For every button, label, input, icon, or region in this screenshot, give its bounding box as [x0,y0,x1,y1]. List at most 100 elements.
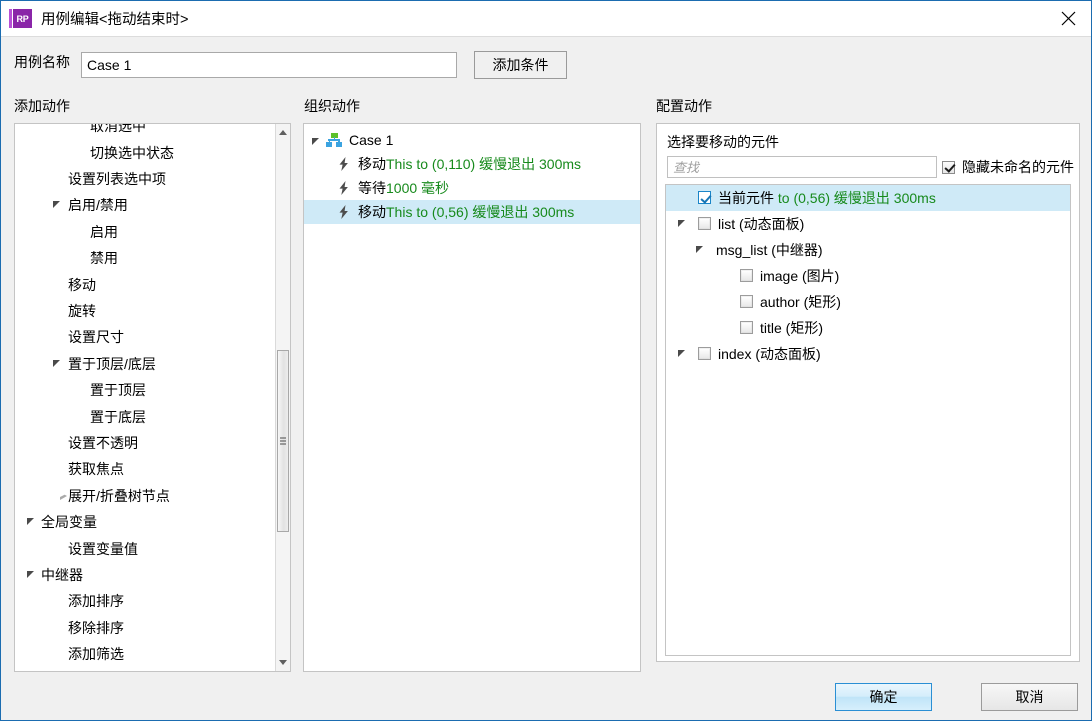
widget-tree-row[interactable]: list (动态面板) [666,211,1070,237]
expand-triangle-icon[interactable] [53,201,60,209]
title-bar: RP 用例编辑<拖动结束时> [1,1,1091,36]
column-header-organize-action: 组织动作 [304,98,360,114]
case-name-input[interactable] [81,52,457,78]
add-action-tree[interactable]: 取消选中 切换选中状态设置列表选中项 启用/禁用启用禁用移动旋转设置尺寸置于顶层/底… [15,124,276,671]
organize-root-label: Case 1 [349,132,394,148]
add-action-item[interactable]: 禁用 [15,245,276,271]
add-action-item[interactable]: 设置尺寸 [15,324,276,350]
add-action-item-label: 添加排序 [68,593,124,610]
close-button[interactable] [1045,1,1091,35]
organize-action-row[interactable]: 等待 1000 毫秒 [304,176,640,200]
widget-tree-row[interactable]: msg_list (中继器) [666,237,1070,263]
expand-triangle-icon[interactable] [678,220,685,227]
axure-rp-icon: RP [9,9,32,28]
scrollbar-grip-icon [280,437,286,445]
add-action-item[interactable]: 置于顶层/底层 [15,351,276,377]
organize-root-row[interactable]: Case 1 [304,128,640,152]
widget-tree-label: list (动态面板) [718,214,804,234]
add-action-item[interactable]: 设置不透明 [15,430,276,456]
widget-tree-label-name: title (矩形) [760,320,823,336]
add-action-item-label: 旋转 [68,302,96,319]
ok-button[interactable]: 确定 [835,683,932,711]
widget-tree-row[interactable]: author (矩形) [666,289,1070,315]
collapse-triangle-icon[interactable] [60,491,67,500]
widget-tree-label-params: to (0,56) 缓慢退出 300ms [774,190,936,206]
widget-tree-row[interactable]: 当前元件 to (0,56) 缓慢退出 300ms [666,185,1070,211]
widget-tree-row[interactable]: index (动态面板) [666,341,1070,367]
add-action-item[interactable]: 置于顶层 [15,377,276,403]
widget-checkbox[interactable] [698,217,711,230]
add-action-item[interactable]: 切换选中状态 [15,139,276,165]
organize-action-name: 等待 [358,180,386,196]
organize-action-panel: Case 1 移动 This to (0,110) 缓慢退出 300ms 等待 10… [303,123,641,672]
widget-checkbox[interactable] [698,347,711,360]
cancel-button[interactable]: 取消 [981,683,1078,711]
widget-tree-label-name: author (矩形) [760,294,841,310]
add-action-item[interactable]: 移除筛选 [15,667,276,671]
caret-down-icon [279,660,287,665]
add-action-item-label: 设置变量值 [68,540,138,557]
add-action-item-label: 设置尺寸 [68,329,124,346]
add-action-item[interactable]: 中继器 [15,562,276,588]
add-action-item[interactable]: 设置变量值 [15,535,276,561]
widget-tree-label: index (动态面板) [718,344,821,364]
add-action-scrollbar[interactable] [275,124,290,671]
add-action-item[interactable]: 启用 [15,219,276,245]
add-action-item[interactable]: 添加排序 [15,588,276,614]
add-action-item[interactable]: 启用/禁用 [15,192,276,218]
organize-action-row[interactable]: 移动 This to (0,110) 缓慢退出 300ms [304,152,640,176]
widget-checkbox[interactable] [698,191,711,204]
add-action-item-label: 全局变量 [41,514,97,531]
add-action-item-label: 移除排序 [68,619,124,636]
add-action-item[interactable]: 移除排序 [15,615,276,641]
scroll-up-button[interactable] [276,124,290,141]
add-action-item-label: 置于顶层 [90,382,146,399]
widget-tree-listbox[interactable]: 当前元件 to (0,56) 缓慢退出 300ms list (动态面板) msg_… [665,184,1071,656]
dialog-footer: 确定 取消 [1,674,1091,720]
expand-triangle-icon[interactable] [27,518,34,525]
expand-triangle-icon[interactable] [696,246,703,253]
widget-tree-row[interactable]: image (图片) [666,263,1070,289]
widget-search-input[interactable] [667,156,937,178]
widget-tree-label: title (矩形) [760,318,823,338]
widget-tree-label: msg_list (中继器) [716,240,823,260]
widget-tree-label-name: image (图片) [760,268,840,284]
case-editor-dialog: RP 用例编辑<拖动结束时> 用例名称 添加条件 添加动作 组织动作 配置动作 … [0,0,1092,721]
expand-triangle-icon[interactable] [27,570,34,578]
add-condition-button[interactable]: 添加条件 [474,51,567,79]
expand-triangle-icon[interactable] [53,359,60,367]
hide-unnamed-checkbox-row[interactable]: 隐藏未命名的元件 [942,157,1074,177]
add-action-item-label: 获取焦点 [68,461,124,478]
add-action-item[interactable]: 取消选中 [15,124,276,139]
organize-action-row[interactable]: 移动 This to (0,56) 缓慢退出 300ms [304,200,640,224]
expand-triangle-icon[interactable] [312,137,319,145]
close-icon [1061,11,1075,25]
add-action-item[interactable]: 移动 [15,271,276,297]
add-action-item[interactable]: 获取焦点 [15,456,276,482]
dialog-title: 用例编辑<拖动结束时> [41,12,189,28]
add-action-item[interactable]: 置于底层 [15,403,276,429]
widget-tree-row[interactable]: title (矩形) [666,315,1070,341]
add-action-item[interactable]: 旋转 [15,298,276,324]
organize-action-tree[interactable]: Case 1 移动 This to (0,110) 缓慢退出 300ms 等待 10… [304,124,640,224]
widget-checkbox[interactable] [740,321,753,334]
add-action-item-label: 禁用 [90,250,118,267]
add-action-item-label: 设置列表选中项 [68,170,166,187]
scroll-down-button[interactable] [276,654,290,671]
organize-action-params: 1000 毫秒 [386,180,450,196]
lightning-icon [339,181,348,195]
add-action-item[interactable]: 全局变量 [15,509,276,535]
column-header-add-action: 添加动作 [14,98,70,114]
widget-checkbox[interactable] [740,295,753,308]
expand-triangle-icon[interactable] [678,350,685,357]
scrollbar-thumb[interactable] [277,350,289,532]
widget-checkbox[interactable] [740,269,753,282]
widget-tree-label: image (图片) [760,266,839,286]
add-action-item-label: 移动 [68,276,96,293]
add-action-item-label: 启用/禁用 [68,197,128,214]
add-action-item[interactable]: 设置列表选中项 [15,166,276,192]
organize-action-params: This to (0,110) 缓慢退出 300ms [386,156,582,172]
add-action-item[interactable]: 添加筛选 [15,641,276,667]
hide-unnamed-checkbox[interactable] [942,160,955,174]
add-action-item[interactable]: 展开/折叠树节点 [15,483,276,509]
